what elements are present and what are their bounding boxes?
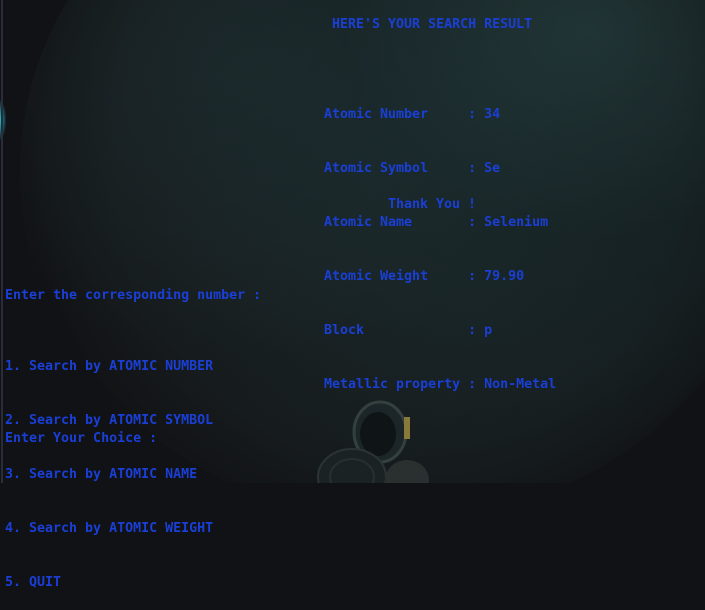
result-row-atomic-number: Atomic Number : 34 <box>324 106 556 124</box>
menu-prompt: Enter the corresponding number : <box>5 288 262 303</box>
menu-options: 1. Search by ATOMIC NUMBER 2. Search by … <box>5 322 213 610</box>
result-row-atomic-name: Atomic Name : Selenium <box>324 214 556 232</box>
menu-option-atomic-name: 3. Search by ATOMIC NAME <box>5 467 198 482</box>
row-label: Atomic Symbol <box>324 161 469 176</box>
row-value: Non-Metal <box>484 377 557 392</box>
result-row-atomic-weight: Atomic Weight : 79.90 <box>324 268 556 286</box>
row-label: Atomic Name <box>324 215 469 230</box>
thank-you-message: Thank You ! <box>388 197 477 212</box>
row-value: Selenium <box>484 215 549 230</box>
result-title: HERE'S YOUR SEARCH RESULT <box>332 17 533 32</box>
menu-option-quit: 5. QUIT <box>5 575 62 590</box>
result-row-metallic-property: Metallic property : Non-Metal <box>324 376 556 394</box>
choice-input-line[interactable]: Enter Your Choice : <box>5 430 165 448</box>
row-value: 79.90 <box>484 269 525 284</box>
row-separator: : <box>468 269 485 284</box>
row-label: Block <box>324 323 469 338</box>
row-separator: : <box>468 215 485 230</box>
row-label: Metallic property <box>324 377 469 392</box>
menu-option-atomic-weight: 4. Search by ATOMIC WEIGHT <box>5 521 214 536</box>
row-separator: : <box>468 107 485 122</box>
result-row-atomic-symbol: Atomic Symbol : Se <box>324 160 556 178</box>
row-separator: : <box>468 323 485 338</box>
row-label: Atomic Weight <box>324 269 469 284</box>
result-row-block: Block : p <box>324 322 556 340</box>
menu-option-atomic-symbol: 2. Search by ATOMIC SYMBOL <box>5 413 214 428</box>
row-separator: : <box>468 377 485 392</box>
row-label: Atomic Number <box>324 107 469 122</box>
row-value: p <box>484 323 493 338</box>
window-edge <box>1 0 3 483</box>
row-separator: : <box>468 161 485 176</box>
result-table: Atomic Number : 34 Atomic Symbol : Se At… <box>324 70 556 412</box>
choice-prompt: Enter Your Choice : <box>5 431 166 446</box>
menu-option-atomic-number: 1. Search by ATOMIC NUMBER <box>5 359 214 374</box>
row-value: 34 <box>484 107 501 122</box>
row-value: Se <box>484 161 501 176</box>
